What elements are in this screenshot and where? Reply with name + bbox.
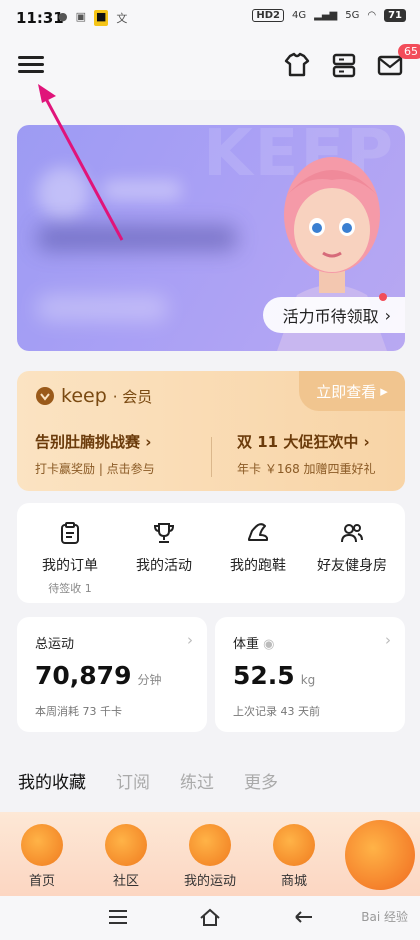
promo-double11[interactable]: 双 11 大促狂欢中 › 年卡 ￥168 加赠四重好礼	[237, 431, 376, 477]
shortcut-label: 我的跑鞋	[230, 558, 286, 574]
nav-label: 商城	[280, 874, 307, 889]
coin-claim-button[interactable]: 活力币待领取 ›	[262, 293, 405, 333]
wifi-icon: ◠	[367, 10, 377, 21]
eye-icon[interactable]: ◉	[263, 637, 274, 652]
tab-subscriptions[interactable]: 订阅	[116, 768, 150, 793]
message-icon: ●	[58, 10, 68, 23]
nav-mall[interactable]: 商城	[252, 816, 336, 889]
view-now-label: 立即查看	[316, 382, 377, 401]
brand-text: keep	[61, 385, 107, 407]
status-right-icons: HD2 4G ▂▄▆ 5G ◠ 71	[252, 9, 406, 22]
divider	[211, 437, 212, 477]
signal-icon: ▂▄▆	[314, 10, 338, 21]
view-now-button[interactable]: 立即查看 ▸	[299, 371, 405, 411]
card-footnote: 上次记录 43 天前	[233, 705, 320, 718]
promo-title: 双 11 大促狂欢中 ›	[237, 433, 370, 451]
trophy-icon	[153, 523, 175, 543]
signal-4g: 4G	[292, 10, 307, 21]
promo-title: 告别肚腩挑战赛 ›	[35, 433, 152, 451]
signal-5g: 5G	[345, 10, 360, 21]
shortcut-panel: 我的订单 待签收 1 我的活动 我的跑鞋 好友健身房	[17, 503, 405, 603]
app-header: 65	[0, 36, 420, 100]
blurred-name	[102, 180, 182, 200]
tab-done[interactable]: 练过	[180, 768, 214, 793]
nav-label: 首页	[28, 874, 55, 889]
status-bar: 11:31 ● ▣ ■ 文 HD2 4G ▂▄▆ 5G ◠ 71	[0, 0, 420, 36]
shortcut-shoes[interactable]: 我的跑鞋	[213, 521, 303, 575]
card-footnote: 本周消耗 73 千卡	[35, 705, 122, 718]
nav-community[interactable]: 社区	[84, 816, 168, 889]
blurred-info-2	[37, 295, 167, 321]
watermark-text: Bai 经验	[361, 910, 408, 924]
coin-claim-label: 活力币待领取	[282, 307, 379, 326]
blurred-avatar	[37, 167, 89, 219]
back-icon[interactable]	[292, 906, 316, 928]
promo-sub: 年卡 ￥168 加赠四重好礼	[237, 462, 376, 476]
mascot-fab-icon[interactable]	[345, 820, 415, 890]
vip-label: · 会员	[112, 387, 153, 406]
menu-icon[interactable]	[18, 52, 44, 76]
status-notification-icons: ● ▣ ■ 文	[58, 10, 127, 26]
image-icon: ▣	[75, 10, 87, 23]
bottom-nav: 首页 社区 我的运动 商城	[0, 812, 420, 896]
tab-favorites[interactable]: 我的收藏	[18, 768, 86, 793]
shortcut-orders[interactable]: 我的订单 待签收 1	[25, 521, 115, 596]
card-value: 70,879 分钟	[35, 661, 162, 690]
mascot-icon	[273, 824, 315, 866]
exercise-unit: 分钟	[137, 673, 162, 687]
shoe-icon	[248, 523, 268, 541]
chevron-right-icon: ›	[385, 631, 391, 649]
chevron-right-icon: ›	[187, 631, 193, 649]
status-time: 11:31	[16, 9, 64, 27]
card-value: 52.5 kg	[233, 661, 315, 690]
card-title: 体重 ◉	[233, 633, 275, 652]
promo-sub: 打卡赢奖励 | 点击参与	[35, 462, 155, 476]
friends-icon	[341, 524, 363, 543]
weight-value: 52.5	[233, 661, 295, 690]
home-icon[interactable]	[198, 906, 222, 928]
notification-badge: 65	[398, 44, 420, 59]
card-title: 总运动	[35, 637, 75, 652]
battery-indicator: 71	[384, 9, 406, 22]
hd-indicator: HD2	[252, 9, 285, 22]
exercise-value: 70,879	[35, 661, 132, 690]
shortcut-sub: 待签收 1	[48, 582, 92, 595]
nav-home[interactable]: 首页	[0, 816, 84, 889]
mascot-icon	[189, 824, 231, 866]
shortcut-friends-gym[interactable]: 好友健身房	[307, 521, 397, 575]
play-arrow-icon: ▸	[380, 382, 388, 400]
membership-logo: keep · 会员	[35, 385, 152, 407]
tshirt-icon[interactable]	[282, 50, 312, 80]
weight-title: 体重	[233, 637, 260, 652]
tab-more[interactable]: 更多	[244, 768, 278, 793]
nav-my-sports[interactable]: 我的运动	[168, 816, 252, 889]
wen-icon: 文	[116, 12, 128, 25]
membership-card[interactable]: keep · 会员 立即查看 ▸ 告别肚腩挑战赛 › 打卡赢奖励 | 点击参与 …	[17, 371, 405, 491]
mascot-icon	[105, 824, 147, 866]
recent-apps-icon[interactable]	[106, 906, 130, 928]
shortcut-label: 我的活动	[136, 558, 192, 574]
red-dot-indicator	[379, 293, 387, 301]
server-icon[interactable]	[329, 50, 359, 80]
nav-label: 我的运动	[183, 874, 236, 889]
mascot-icon	[21, 824, 63, 866]
nav-label: 社区	[112, 874, 139, 889]
system-nav-bar: Bai 经验	[0, 896, 420, 940]
shortcut-label: 我的订单	[42, 558, 98, 574]
shortcut-activities[interactable]: 我的活动	[119, 521, 209, 575]
app-icon: ■	[94, 10, 109, 26]
profile-banner[interactable]: KEEP 活力币待领取 ›	[17, 125, 405, 351]
weight-unit: kg	[300, 673, 316, 687]
blurred-info	[37, 225, 237, 251]
chevron-right-icon: ›	[384, 305, 391, 325]
weight-card[interactable]: 体重 ◉ › 52.5 kg 上次记录 43 天前	[215, 617, 405, 732]
clipboard-icon	[61, 522, 79, 544]
mail-icon[interactable]: 65	[376, 44, 420, 80]
shortcut-label: 好友健身房	[317, 558, 387, 574]
keep-logo-icon	[36, 387, 54, 405]
promo-challenge[interactable]: 告别肚腩挑战赛 › 打卡赢奖励 | 点击参与	[35, 431, 155, 477]
content-tabs: 我的收藏 订阅 练过 更多	[18, 768, 278, 793]
exercise-card[interactable]: 总运动 › 70,879 分钟 本周消耗 73 千卡	[17, 617, 207, 732]
